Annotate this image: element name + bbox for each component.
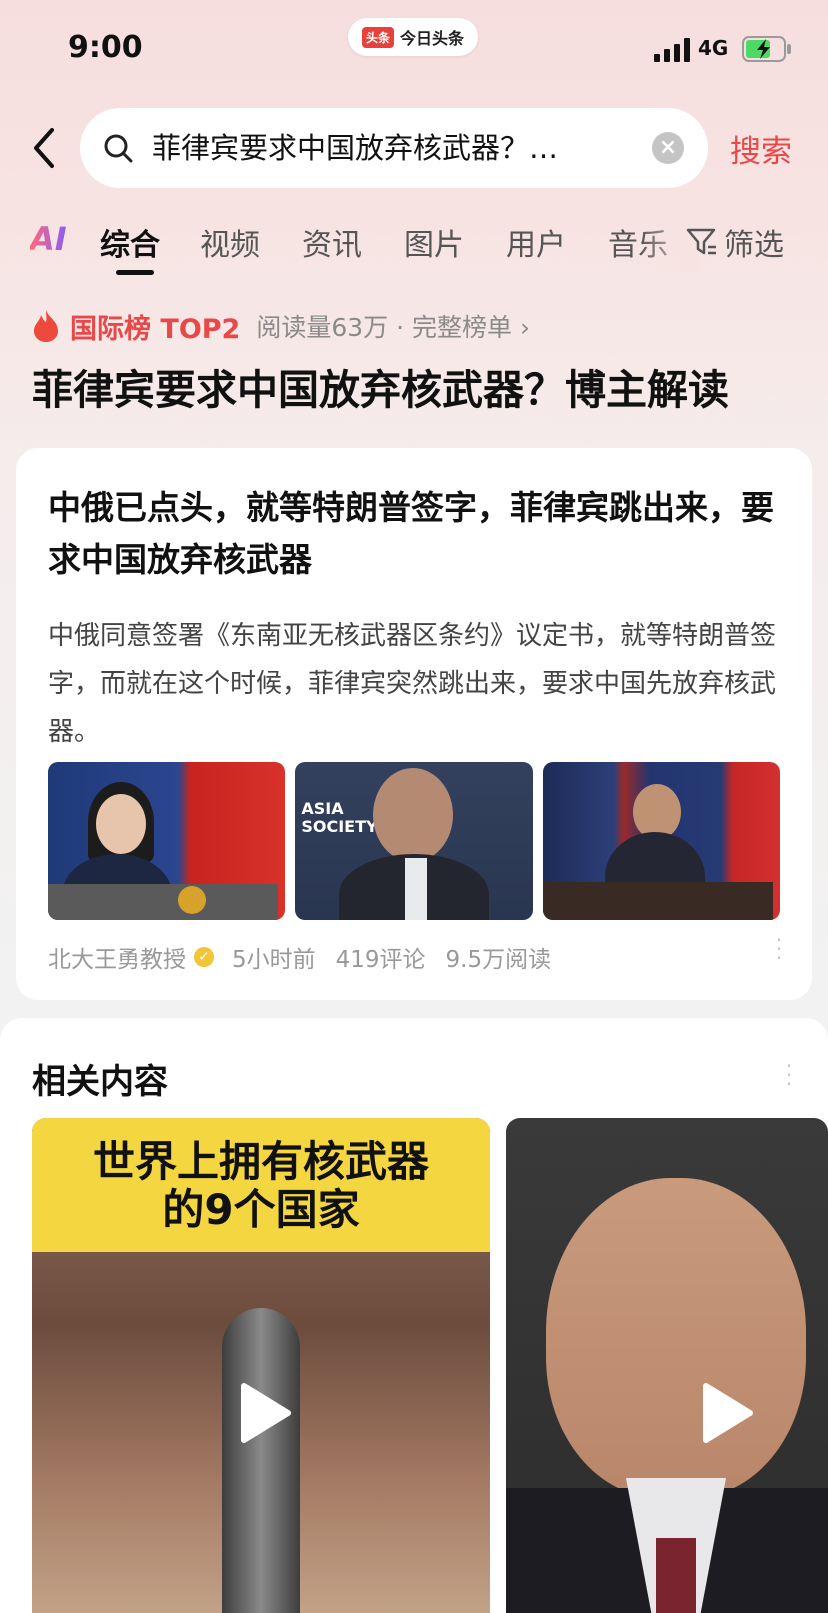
article-image-spokesperson[interactable] (48, 762, 286, 920)
app-indicator[interactable]: 头条 今日头条 (348, 18, 478, 56)
tab-users[interactable]: 用户 (506, 220, 566, 264)
app-name: 今日头条 (400, 29, 465, 48)
person-face (546, 1178, 806, 1498)
search-icon (104, 134, 133, 163)
publish-time: 5小时前 (232, 947, 316, 973)
article-card[interactable]: 中俄已点头，就等特朗普签字，菲律宾跳出来，要求中国放弃核武器 中俄同意签署《东南… (16, 448, 812, 1000)
search-query[interactable]: 菲律宾要求中国放弃核武器？… (152, 128, 622, 168)
play-icon[interactable] (226, 1378, 296, 1448)
signal-icon (654, 38, 690, 62)
related-video-card[interactable]: 世界上拥有核武器 的9个国家 (32, 1118, 490, 1613)
status-bar: 9:00 头条 今日头条 4G (0, 0, 828, 96)
article-summary: 中俄同意签署《东南亚无核武器区条约》议定书，就等特朗普签字，而就在这个时候，菲律… (48, 621, 777, 747)
back-button[interactable] (28, 124, 62, 172)
search-button[interactable]: 搜索 (730, 126, 792, 171)
related-section: 相关内容 · · · 世界上拥有核武器 的9个国家 (0, 1018, 828, 1613)
filter-label: 筛选 (724, 228, 784, 263)
article-image-president[interactable] (542, 762, 780, 920)
active-tab-indicator (116, 270, 154, 275)
verified-icon: ✓ (194, 947, 214, 967)
related-video-card[interactable] (506, 1118, 828, 1613)
more-vertical-icon[interactable]: · · · (784, 1056, 794, 1094)
status-time: 9:00 (68, 30, 143, 65)
hot-list-badge[interactable]: 国际榜 TOP2 阅读量63万 · 完整榜单 › (32, 306, 530, 346)
hot-list-meta[interactable]: 阅读量63万 · 完整榜单 › (256, 308, 530, 344)
tab-images[interactable]: 图片 (404, 220, 464, 264)
comment-count: 419评论 (335, 947, 426, 973)
read-count: 9.5万阅读 (445, 947, 552, 973)
image-text-asia: ASIA SOCIETY (301, 799, 378, 836)
related-title: 相关内容 (32, 1062, 168, 1102)
filter-button[interactable]: 筛选 (686, 220, 784, 264)
flame-icon (34, 310, 58, 342)
filter-icon (686, 228, 716, 255)
video-banner-line2: 的9个国家 (162, 1185, 360, 1234)
video-banner: 世界上拥有核武器 的9个国家 (32, 1118, 490, 1252)
app-logo: 头条 (361, 26, 394, 48)
rocket-graphic (222, 1308, 300, 1613)
tab-ai[interactable]: AI (30, 220, 67, 258)
article-meta: 北大王勇教授 ✓ 5小时前 419评论 9.5万阅读 (48, 940, 788, 974)
network-type: 4G (698, 36, 729, 60)
tab-video[interactable]: 视频 (200, 220, 260, 264)
play-icon[interactable] (688, 1378, 758, 1448)
battery-charging-icon (742, 36, 791, 62)
tab-news[interactable]: 资讯 (302, 220, 362, 264)
more-vertical-icon[interactable]: · · · (774, 930, 784, 968)
article-image-official[interactable]: ASIA SOCIETY (295, 762, 533, 920)
article-images: ASIA SOCIETY (48, 762, 780, 920)
search-input[interactable]: 菲律宾要求中国放弃核武器？… × (80, 108, 708, 188)
tab-comprehensive[interactable]: 综合 (100, 220, 160, 264)
hot-list-label: 国际榜 TOP2 (70, 313, 241, 345)
clear-icon[interactable]: × (652, 132, 684, 164)
author-name[interactable]: 北大王勇教授 (48, 940, 186, 974)
video-banner-line1: 世界上拥有核武器 (92, 1137, 429, 1186)
hot-topic-title[interactable]: 菲律宾要求中国放弃核武器？博主解读 (32, 356, 729, 416)
person-tie (656, 1538, 696, 1613)
article-title[interactable]: 中俄已点头，就等特朗普签字，菲律宾跳出来，要求中国放弃核武器 (48, 482, 778, 586)
category-tabs: AI 综合 视频 资讯 图片 用户 音乐 筛选 (0, 212, 828, 282)
